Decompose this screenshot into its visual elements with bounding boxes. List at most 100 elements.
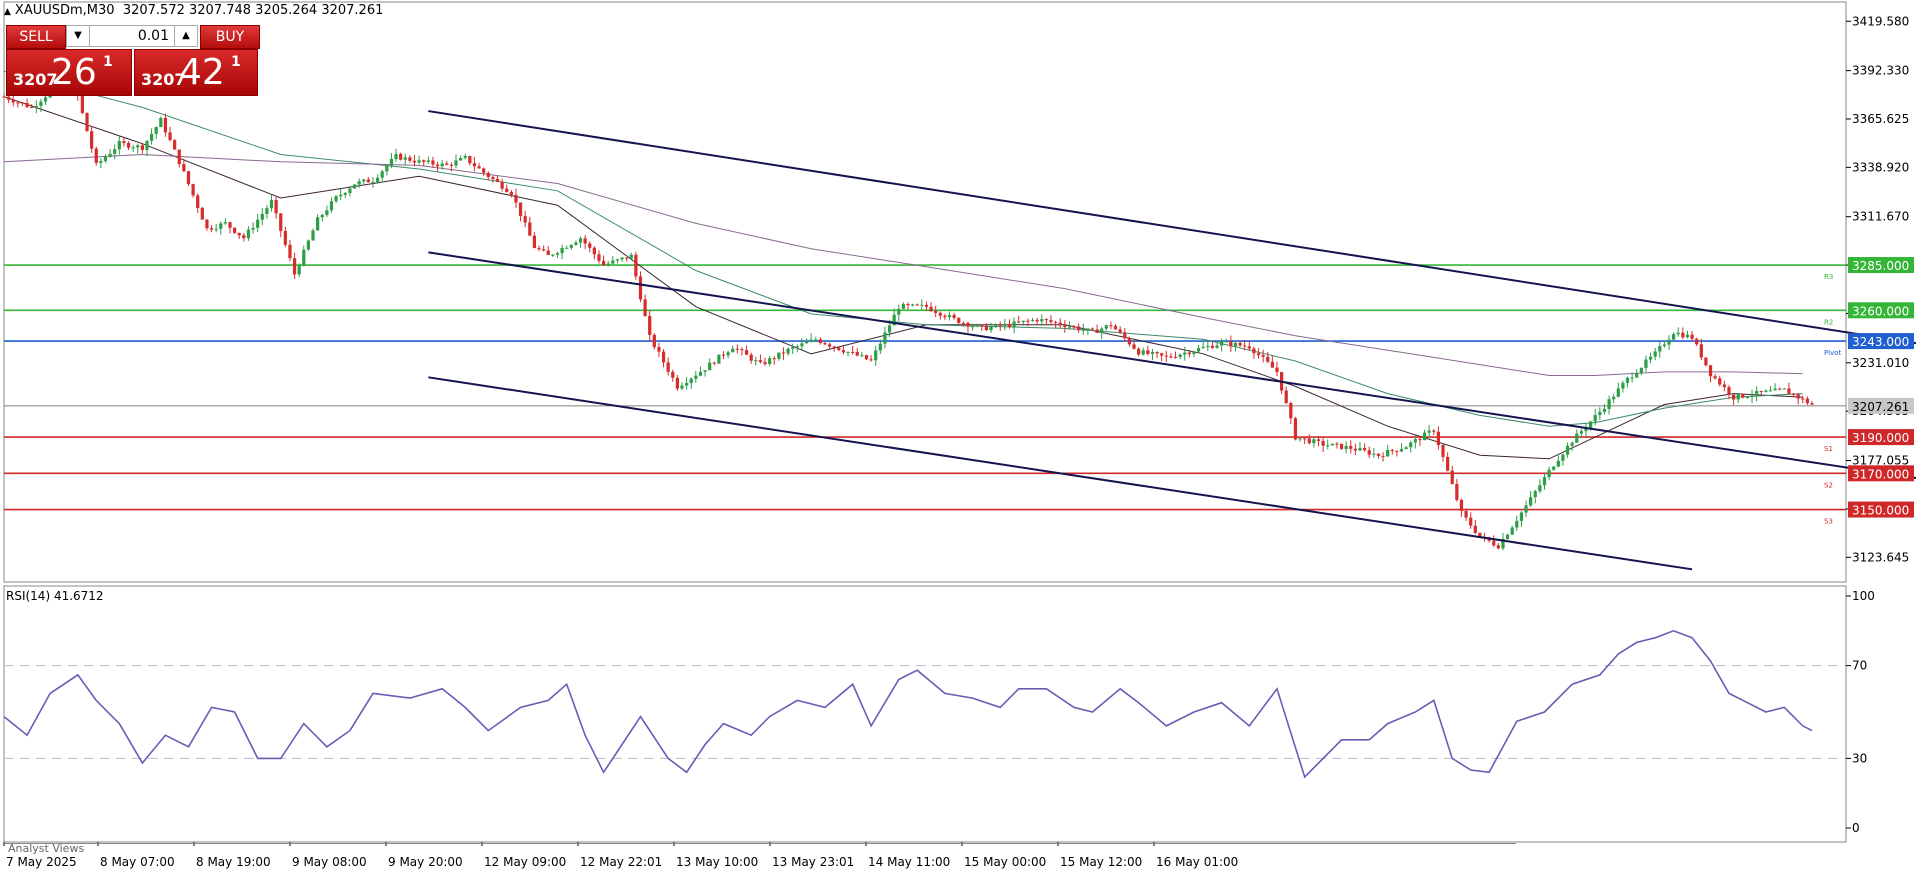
candle-body (1575, 433, 1579, 443)
buy-price-button[interactable]: 3207 42 1 (134, 49, 258, 96)
chevron-down-icon[interactable]: ▼ (67, 26, 90, 46)
candle-body (131, 147, 135, 149)
candle-body (823, 343, 827, 345)
level-price-label: 3170.000 (1852, 467, 1909, 481)
candle-body (1095, 329, 1099, 333)
candle-body (864, 355, 869, 360)
candle-body (1261, 355, 1265, 357)
candle-body (1063, 325, 1067, 327)
candle-body (149, 133, 154, 141)
candle-body (934, 310, 938, 313)
candle-body (1007, 323, 1012, 327)
candle-body (1330, 443, 1334, 446)
candle-body (915, 304, 919, 306)
candle-body (426, 160, 430, 162)
candle-body (232, 227, 237, 233)
candle-body (1672, 334, 1676, 340)
candle-body (1505, 534, 1510, 540)
candle-body (1141, 350, 1145, 355)
candle-body (1206, 345, 1210, 347)
candle-body (242, 235, 246, 239)
candle-body (1256, 353, 1261, 356)
candle-body (94, 148, 98, 163)
candle-body (1123, 332, 1127, 339)
candle-body (980, 324, 984, 326)
time-tick-label: 7 May 2025 (6, 855, 77, 869)
rsi-tick-label: 100 (1852, 589, 1875, 603)
candle-body (1510, 527, 1514, 535)
candle-body (1183, 352, 1187, 355)
main-panel-frame (3, 1, 1847, 583)
rsi-tick-label: 0 (1852, 821, 1860, 835)
level-price-label: 3207.261 (1852, 400, 1909, 414)
candle-body (1187, 352, 1191, 355)
candle-body (638, 276, 643, 300)
candle-body (740, 349, 744, 351)
candle-body (1224, 341, 1228, 343)
candle-body (449, 164, 454, 166)
candle-body (117, 141, 121, 150)
candle-body (528, 222, 532, 236)
chevron-up-icon[interactable]: ▲ (174, 26, 197, 46)
candle-body (1201, 346, 1205, 349)
sell-price-button[interactable]: 3207 26 1 (6, 49, 132, 96)
candle-body (260, 213, 264, 220)
rsi-tick-label: 70 (1852, 659, 1867, 673)
trend-channel-line (428, 110, 1916, 345)
candle-body (1704, 357, 1708, 366)
candle-body (1625, 377, 1630, 383)
candle-body (1750, 395, 1754, 397)
candle-body (191, 184, 195, 196)
candle-body (588, 243, 592, 248)
candle-body (1362, 448, 1367, 451)
sell-price-main: 26 (51, 52, 97, 93)
time-tick-label: 12 May 22:01 (580, 855, 662, 869)
candle-body (689, 378, 693, 384)
candle-body (546, 250, 550, 255)
candle-body (920, 304, 924, 306)
candle-body (772, 358, 776, 360)
candle-body (6, 96, 11, 100)
candle-body (1404, 447, 1408, 450)
candle-body (343, 193, 347, 195)
time-tick-label: 16 May 01:00 (1156, 855, 1238, 869)
candle-body (518, 202, 523, 217)
lot-size-input[interactable]: 0.01 (91, 26, 173, 46)
candle-body (1745, 396, 1750, 398)
candle-body (1556, 460, 1560, 467)
candle-body (1524, 505, 1528, 513)
candle-body (1764, 390, 1768, 392)
buy-button[interactable]: BUY (200, 25, 260, 49)
sell-button[interactable]: SELL (6, 25, 66, 49)
candle-body (1086, 328, 1090, 330)
candle-body (463, 156, 467, 158)
candle-body (1252, 348, 1256, 354)
candle-body (537, 247, 541, 250)
candle-body (145, 140, 149, 150)
moving-average-line (3, 96, 1803, 460)
candle-body (1579, 431, 1584, 434)
candle-body (910, 304, 915, 306)
candle-body (182, 164, 186, 172)
rsi-title: RSI(14) 41.6712 (6, 589, 104, 603)
candle-body (1275, 367, 1279, 373)
candle-body (1284, 390, 1288, 404)
candle-body (957, 317, 961, 323)
candle-body (435, 164, 440, 167)
candle-body (1612, 396, 1616, 400)
time-tick-label: 12 May 09:00 (484, 855, 566, 869)
candle-body (786, 348, 790, 354)
candle-body (1192, 351, 1196, 355)
triangle-up-icon[interactable]: ▲ (4, 7, 11, 17)
candle-body (1768, 390, 1773, 392)
lot-size-stepper[interactable]: ▼ 0.01 ▲ (66, 25, 198, 47)
candle-body (648, 316, 652, 335)
analyst-views-tab[interactable]: Analyst Views (8, 842, 84, 855)
candle-body (878, 343, 882, 351)
candle-body (583, 238, 587, 244)
candle-body (634, 254, 638, 277)
candle-body (795, 346, 799, 348)
time-tick-label: 15 May 12:00 (1060, 855, 1142, 869)
candle-body (966, 322, 970, 327)
candle-body (1464, 510, 1468, 518)
